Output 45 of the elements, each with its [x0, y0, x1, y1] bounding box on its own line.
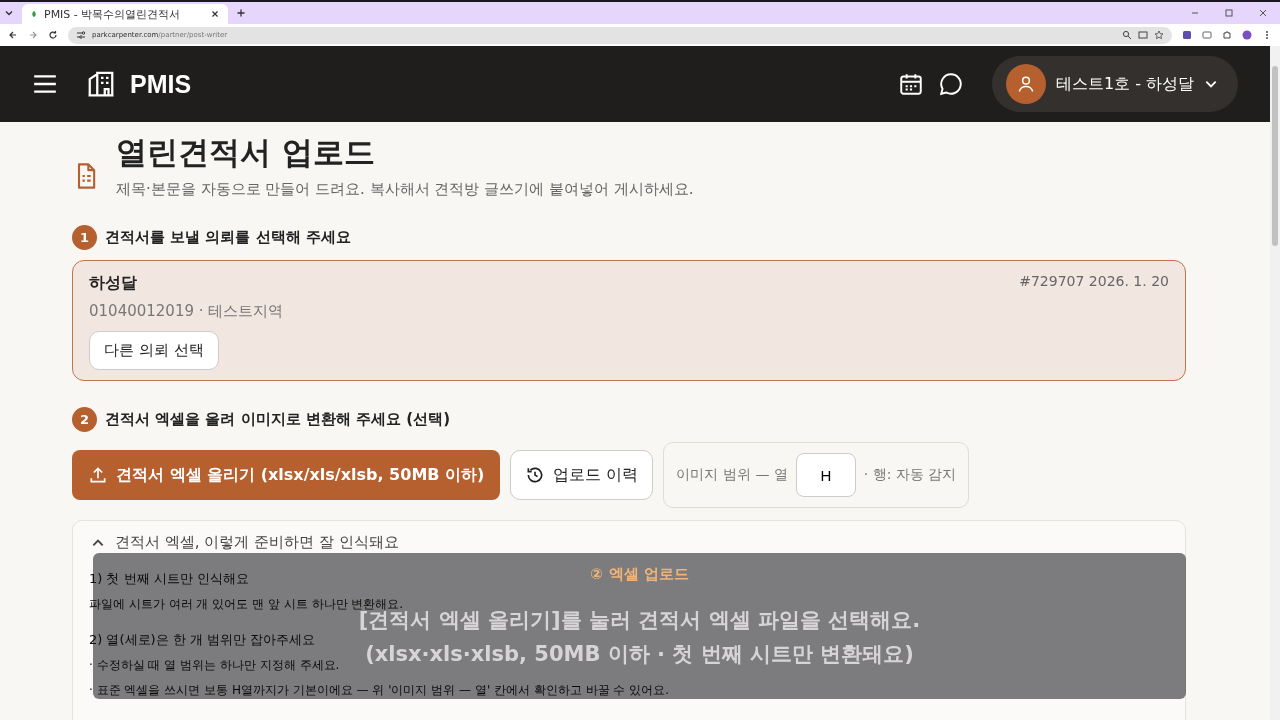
page-title: 열린견적서 업로드: [116, 133, 376, 172]
range-suffix: · 행: 자동 감지: [863, 466, 957, 484]
profile-avatar-icon[interactable]: [1242, 30, 1252, 40]
range-label: 이미지 범위 — 열: [676, 466, 788, 484]
request-meta: #729707 2026. 1. 20: [1019, 273, 1169, 291]
upload-icon: [88, 465, 108, 485]
forward-icon[interactable]: [28, 30, 38, 40]
guide-text: · 수정하실 때 열 범위는 하나만 지정해 주세요.: [89, 657, 340, 674]
building-icon: [86, 69, 116, 99]
star-icon[interactable]: [1154, 30, 1164, 40]
scrollbar[interactable]: [1270, 46, 1280, 720]
upload-excel-button[interactable]: 견적서 엑셀 올리기 (xlsx/xls/xlsb, 50MB 이하): [72, 450, 501, 500]
tooltip-title: 엑셀 업로드: [608, 565, 689, 584]
maximize-icon[interactable]: [1224, 8, 1234, 18]
chat-bubble-icon[interactable]: [937, 71, 964, 97]
cast-icon[interactable]: [1138, 30, 1148, 40]
client-detail: 01040012019 · 테스트지역: [89, 302, 285, 321]
step-number: 2: [72, 407, 97, 432]
leaf-icon: [30, 10, 38, 18]
page-subtitle: 제목·본문을 자동으로 만들어 드려요. 복사해서 견적방 글쓰기에 붙여넣어 게시하세요.: [116, 180, 694, 199]
step-label: 견적서를 보낼 의뢰를 선택해 주세요: [105, 228, 351, 247]
client-name: 하성달: [89, 273, 137, 294]
site-settings-icon[interactable]: [76, 30, 86, 40]
tab-title: PMIS - 박목수의열린견적서: [44, 6, 182, 22]
plus-icon[interactable]: [236, 8, 246, 18]
tooltip-text: (xlsx·xls·xlsb, 50MB 이하 · 첫 번째 시트만 변환돼요): [365, 641, 914, 668]
column-input[interactable]: H: [795, 453, 856, 497]
guide-title[interactable]: 견적서 엑셀, 이렇게 준비하면 잘 인식돼요: [115, 533, 399, 552]
tooltip-text: [견적서 엑셀 올리기]를 눌러 견적서 엑셀 파일을 선택해요.: [358, 608, 921, 634]
step-number: 1: [72, 225, 97, 250]
reload-icon[interactable]: [48, 30, 58, 40]
back-icon[interactable]: [8, 30, 18, 40]
close-icon[interactable]: [210, 9, 220, 19]
close-icon[interactable]: [1258, 8, 1268, 18]
browser-tab[interactable]: PMIS - 박목수의열린견적서: [22, 4, 228, 24]
user-menu-button[interactable]: 테스트1호 - 하성달: [991, 56, 1238, 112]
change-request-button[interactable]: 다른 의뢰 선택: [89, 331, 219, 370]
step-number-label: ②: [590, 565, 603, 584]
upload-history-button[interactable]: 업로드 이력: [510, 450, 654, 500]
step-label: 견적서 엑셀을 올려 이미지로 변환해 주세요 (선택): [105, 410, 451, 429]
chevron-down-icon[interactable]: [4, 8, 14, 18]
logo-text[interactable]: PMIS: [130, 69, 192, 99]
calendar-icon[interactable]: [897, 71, 924, 97]
zoom-icon[interactable]: [1122, 30, 1132, 40]
guide-text: · 표준 엑셀을 쓰시면 보통 H열까지가 기본이에요 — 위 '이미지 범위 — 열' 칸에서 확인하고 바꿀 수 있어요.: [89, 682, 670, 699]
